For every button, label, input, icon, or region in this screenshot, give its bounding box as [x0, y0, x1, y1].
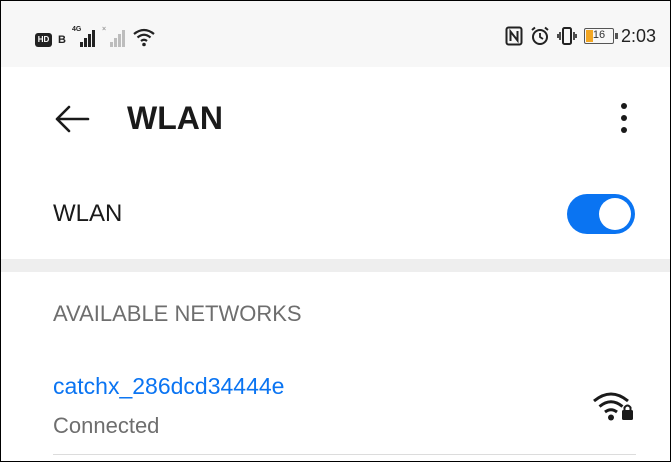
- signal-icon-sim2: ×: [101, 26, 126, 47]
- alarm-icon: [531, 26, 549, 45]
- wifi-lock-icon: [593, 392, 633, 421]
- list-divider: [53, 454, 636, 455]
- wifi-status-icon: [133, 28, 155, 47]
- wlan-settings-screen: HD B 4G × 16 2:03 WLAN WLAN AVAILABLE NE…: [0, 0, 671, 462]
- battery-icon: 16: [583, 28, 618, 44]
- status-bar-right: 16 2:03: [505, 23, 656, 49]
- wlan-toggle-row[interactable]: WLAN: [1, 167, 670, 259]
- more-vert-icon: [621, 103, 627, 109]
- network-list-item[interactable]: catchx_286dcd34444e Connected: [1, 359, 670, 455]
- vibrate-icon: [557, 27, 577, 45]
- nfc-icon: [505, 26, 523, 46]
- status-bar: HD B 4G × 16 2:03: [1, 1, 670, 67]
- page-title: WLAN: [127, 100, 223, 136]
- back-arrow-icon: [55, 105, 90, 133]
- wlan-toggle-label: WLAN: [53, 200, 123, 227]
- network-status: Connected: [53, 413, 160, 438]
- more-options-button[interactable]: [604, 95, 644, 141]
- network-ssid: catchx_286dcd34444e: [53, 373, 285, 399]
- back-button[interactable]: [47, 99, 97, 139]
- sim2-no-service-label: ×: [101, 26, 107, 33]
- app-bar: WLAN: [1, 67, 670, 167]
- network-type-label: 4G: [71, 26, 82, 33]
- wlan-toggle-switch[interactable]: [567, 194, 635, 234]
- available-networks-header: AVAILABLE NETWORKS: [53, 301, 302, 326]
- sim-indicator: B: [58, 34, 66, 46]
- signal-icon: 4G: [71, 26, 96, 47]
- hd-voice-icon: HD: [35, 33, 52, 47]
- battery-level: 16: [592, 29, 606, 41]
- status-bar-left: HD B 4G ×: [35, 23, 156, 47]
- clock: 2:03: [620, 26, 656, 46]
- section-divider: [1, 259, 670, 272]
- toggle-knob: [599, 198, 631, 230]
